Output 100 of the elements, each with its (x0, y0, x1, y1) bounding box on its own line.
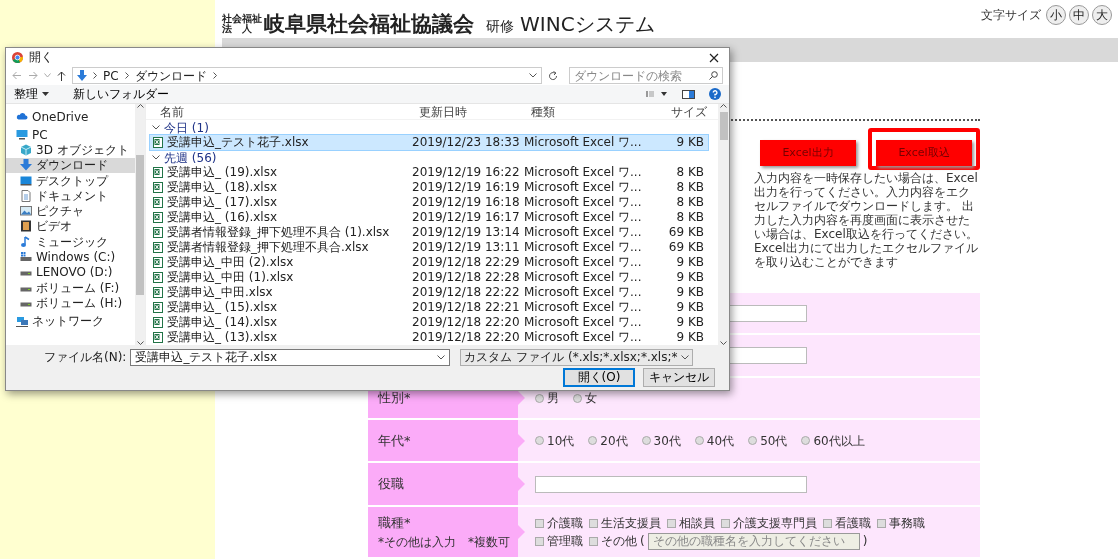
checkbox[interactable] (721, 518, 730, 528)
back-arrow-icon[interactable] (12, 71, 22, 81)
file-row[interactable]: 受講申込_中田 (1).xlsx 2019/12/18 22:28 Microsoft Excel ワ... 9 KB (150, 270, 708, 285)
sidebar-item[interactable]: PC (6, 127, 135, 143)
group-header[interactable]: 今日 (1) (146, 120, 706, 135)
sidebar-item[interactable]: ビデオ (6, 218, 135, 235)
file-row[interactable]: 受講申込_ (15).xlsx 2019/12/18 22:21 Microsoft Excel ワ... 9 KB (150, 300, 708, 315)
file-row[interactable]: 受講申込_ (13).xlsx 2019/12/18 22:20 Microsoft Excel ワ... 9 KB (150, 330, 708, 345)
scrollbar-thumb[interactable] (719, 112, 728, 140)
file-row[interactable]: 受講申込_中田 (2).xlsx 2019/12/18 22:29 Microsoft Excel ワ... 9 KB (150, 255, 708, 270)
checkbox[interactable] (823, 518, 832, 528)
field-note: *その他は入力 *複数可 (378, 533, 511, 551)
field-label: 年代* (378, 431, 412, 450)
address-bar[interactable]: PC ダウンロード (72, 67, 542, 85)
sidebar-item[interactable]: 3D オブジェクト (6, 142, 135, 158)
file-row[interactable]: 受講申込_ (19).xlsx 2019/12/19 16:22 Microsoft Excel ワ... 8 KB (150, 165, 708, 180)
picture-icon (20, 205, 32, 218)
path-label[interactable]: PC (103, 66, 119, 85)
checkbox[interactable] (589, 536, 598, 546)
path-label[interactable]: ダウンロード (134, 66, 207, 85)
new-folder-button[interactable]: 新しいフォルダー (73, 85, 169, 103)
cancel-button[interactable]: キャンセル (643, 368, 715, 387)
sidebar-item[interactable]: OneDrive (6, 107, 135, 127)
sidebar-item[interactable]: LENOVO (D:) (6, 264, 135, 280)
organize-menu[interactable]: 整理 (14, 85, 49, 103)
dropdown-caret-icon[interactable] (529, 73, 537, 79)
spreadsheet-file-icon (153, 167, 163, 178)
chevron-icon (93, 72, 97, 80)
modified-date: 2019/12/19 16:19 (412, 180, 521, 195)
sidebar-item[interactable]: ボリューム (H:) (6, 295, 135, 311)
font-size-button[interactable]: 小 (1046, 5, 1066, 25)
column-header[interactable]: サイズ (671, 104, 711, 121)
help-icon[interactable] (709, 88, 721, 100)
org-type-label: 法 人 (222, 24, 252, 34)
radio-button[interactable] (535, 436, 544, 445)
checkbox[interactable] (535, 536, 544, 546)
scrollbar[interactable] (135, 104, 145, 345)
spreadsheet-file-icon (153, 197, 163, 208)
file-row[interactable]: 受講申込_ (14).xlsx 2019/12/18 22:20 Microsoft Excel ワ... 9 KB (150, 315, 708, 330)
file-size: 69 KB (667, 240, 704, 255)
checkbox[interactable] (535, 518, 544, 528)
field-label: ファイル名(N): (44, 349, 127, 366)
file-row[interactable]: 受講申込_ (18).xlsx 2019/12/19 16:19 Microsoft Excel ワ... 8 KB (150, 180, 708, 195)
file-type: Microsoft Excel ワ... (524, 225, 643, 240)
refresh-icon[interactable] (548, 70, 558, 81)
sidebar-item[interactable]: デスクトップ (6, 172, 135, 189)
file-row[interactable]: 受講者情報登録_押下処理不具合.xlsx 2019/12/19 13:11 Microsoft Excel ワ... 69 KB (150, 240, 708, 255)
sidebar-item[interactable]: ダウンロード (6, 157, 135, 173)
forward-arrow-icon[interactable] (28, 71, 38, 81)
file-size: 9 KB (675, 270, 704, 285)
group-header[interactable]: 先週 (56) (146, 150, 706, 165)
up-arrow-icon[interactable] (57, 70, 66, 81)
column-header[interactable]: 更新日時 (419, 104, 531, 121)
file-type-dropdown[interactable]: カスタム ファイル (*.xls;*.xlsx;*.xls;* (460, 348, 694, 366)
file-name: 受講申込_テスト花子.xlsx (167, 135, 309, 150)
view-options-icon[interactable] (646, 90, 668, 98)
radio-button[interactable] (573, 393, 582, 403)
radio-button[interactable] (588, 436, 598, 445)
spreadsheet-file-icon (153, 257, 163, 268)
modified-date: 2019/12/18 22:21 (412, 300, 521, 315)
download-icon (20, 159, 32, 172)
dropdown-caret-icon (437, 354, 446, 360)
radio-button[interactable] (748, 436, 758, 445)
file-row[interactable]: 受講者情報登録_押下処理不具合 (1).xlsx 2019/12/19 13:14 Microsoft Excel ワ... 69 KB (150, 225, 708, 240)
other-job-field[interactable]: その他の職種名を入力してください (647, 532, 860, 550)
column-header[interactable]: 種類 (531, 104, 671, 121)
file-row[interactable]: 受講申込_ (17).xlsx 2019/12/19 16:18 Microsoft Excel ワ... 8 KB (150, 195, 708, 210)
sidebar-item[interactable]: ドキュメント (6, 188, 135, 204)
file-name: 受講申込_ (15).xlsx (167, 300, 278, 315)
checkbox[interactable] (667, 518, 676, 528)
option-label: 10代 (547, 432, 575, 450)
computer-icon (16, 128, 28, 141)
file-row[interactable]: 受講申込_テスト花子.xlsx 2019/12/23 18:33 Microsoft Excel ワ... 9 KB (150, 135, 708, 150)
sidebar-item[interactable]: Windows (C:) (6, 249, 135, 265)
radio-button[interactable] (801, 436, 811, 445)
open-button[interactable]: 開く(O) (563, 368, 635, 387)
checkbox[interactable] (877, 518, 886, 528)
sidebar-item[interactable]: ピクチャ (6, 203, 135, 219)
sidebar-item[interactable]: ミュージック (6, 234, 135, 250)
radio-button[interactable] (694, 436, 704, 445)
file-row[interactable]: 受講申込_中田.xlsx 2019/12/18 22:22 Microsoft Excel ワ... 9 KB (150, 285, 708, 300)
option-label: 男 (547, 390, 559, 407)
file-row[interactable]: 受講申込_ (16).xlsx 2019/12/19 16:17 Microsoft Excel ワ... 8 KB (150, 210, 708, 225)
scrollbar[interactable] (718, 104, 729, 345)
file-size: 8 KB (675, 195, 704, 210)
download-icon (77, 70, 87, 82)
column-header[interactable]: 名前 (146, 104, 419, 121)
scrollbar-thumb[interactable] (136, 154, 144, 295)
radio-button[interactable] (641, 436, 651, 445)
sidebar-item[interactable]: ネットワーク (6, 310, 135, 331)
checkbox[interactable] (589, 518, 598, 528)
search-field[interactable]: ダウンロードの検索 (569, 67, 723, 85)
file-name-field[interactable]: 受講申込_テスト花子.xlsx (130, 348, 451, 366)
text-input[interactable] (535, 475, 807, 493)
font-size-button[interactable]: 大 (1092, 5, 1112, 25)
system-prefix: 研修 (486, 17, 514, 36)
font-size-button[interactable]: 中 (1069, 5, 1089, 25)
sidebar-item[interactable]: ボリューム (F:) (6, 279, 135, 296)
preview-pane-icon[interactable] (682, 89, 695, 99)
radio-button[interactable] (535, 393, 544, 403)
